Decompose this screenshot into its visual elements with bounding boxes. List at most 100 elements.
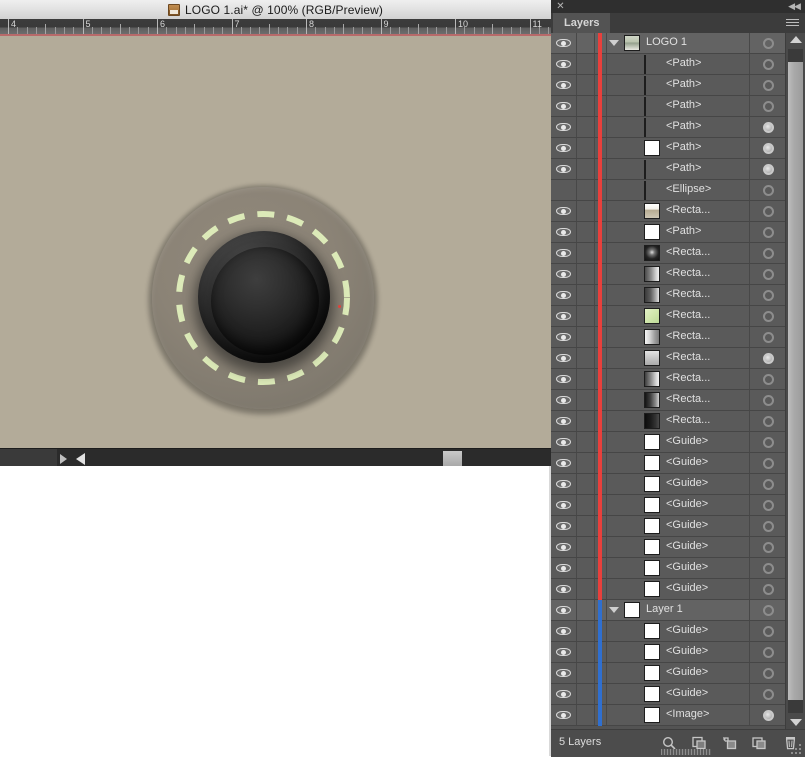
layer-row[interactable]: <Path> (551, 54, 805, 75)
layer-row[interactable]: <Guide> (551, 495, 805, 516)
lock-toggle[interactable] (577, 201, 595, 221)
visibility-toggle[interactable] (551, 96, 577, 116)
visibility-toggle[interactable] (551, 117, 577, 137)
visibility-toggle[interactable] (551, 516, 577, 536)
lock-toggle[interactable] (577, 411, 595, 431)
target-indicator-icon[interactable] (763, 458, 774, 469)
layer-row[interactable]: <Recta... (551, 306, 805, 327)
layer-name-label[interactable]: <Guide> (666, 687, 708, 699)
scroll-left-arrow-icon[interactable] (76, 453, 85, 465)
layer-name-label[interactable]: <Recta... (666, 288, 710, 300)
layer-name-label[interactable]: <Guide> (666, 666, 708, 678)
target-indicator-icon[interactable] (763, 374, 774, 385)
target-indicator-icon[interactable] (763, 80, 774, 91)
target-column[interactable] (749, 579, 785, 599)
visibility-toggle[interactable] (551, 180, 577, 200)
layer-row[interactable]: <Path> (551, 75, 805, 96)
visibility-toggle[interactable] (551, 201, 577, 221)
layer-name-label[interactable]: <Path> (666, 120, 701, 132)
target-column[interactable] (749, 642, 785, 662)
visibility-toggle[interactable] (551, 579, 577, 599)
layer-row[interactable]: <Path> (551, 117, 805, 138)
panel-menu-icon[interactable] (784, 17, 800, 29)
lock-toggle[interactable] (577, 453, 595, 473)
layer-name-label[interactable]: <Ellipse> (666, 183, 711, 195)
lock-toggle[interactable] (577, 432, 595, 452)
target-column[interactable] (749, 180, 785, 200)
lock-toggle[interactable] (577, 558, 595, 578)
layer-row[interactable]: <Recta... (551, 411, 805, 432)
layer-row[interactable]: <Recta... (551, 369, 805, 390)
horizontal-scrollbar-thumb[interactable] (443, 451, 462, 466)
target-indicator-icon[interactable] (763, 626, 774, 637)
tab-layers[interactable]: Layers (553, 13, 610, 33)
visibility-toggle[interactable] (551, 264, 577, 284)
layer-name-label[interactable]: <Path> (666, 162, 701, 174)
visibility-toggle[interactable] (551, 537, 577, 557)
target-indicator-icon[interactable] (763, 311, 774, 322)
visibility-toggle[interactable] (551, 327, 577, 347)
lock-toggle[interactable] (577, 75, 595, 95)
target-column[interactable] (749, 33, 785, 53)
target-column[interactable] (749, 75, 785, 95)
layer-row[interactable]: <Guide> (551, 537, 805, 558)
layer-row[interactable]: Layer 1 (551, 600, 805, 621)
target-indicator-icon[interactable] (763, 164, 774, 175)
target-column[interactable] (749, 600, 785, 620)
target-column[interactable] (749, 495, 785, 515)
target-column[interactable] (749, 369, 785, 389)
layer-row[interactable]: <Guide> (551, 558, 805, 579)
lock-toggle[interactable] (577, 306, 595, 326)
scroll-down-arrow-icon[interactable] (790, 719, 802, 726)
layer-row[interactable]: <Guide> (551, 516, 805, 537)
lock-toggle[interactable] (577, 222, 595, 242)
visibility-toggle[interactable] (551, 642, 577, 662)
layer-row[interactable]: <Recta... (551, 390, 805, 411)
lock-toggle[interactable] (577, 369, 595, 389)
target-indicator-icon[interactable] (763, 437, 774, 448)
target-indicator-icon[interactable] (763, 332, 774, 343)
lock-toggle[interactable] (577, 327, 595, 347)
layer-row[interactable]: <Recta... (551, 327, 805, 348)
lock-toggle[interactable] (577, 705, 595, 725)
target-column[interactable] (749, 453, 785, 473)
target-column[interactable] (749, 117, 785, 137)
target-indicator-icon[interactable] (763, 59, 774, 70)
target-indicator-icon[interactable] (763, 101, 774, 112)
lock-toggle[interactable] (577, 33, 595, 53)
visibility-toggle[interactable] (551, 558, 577, 578)
target-indicator-icon[interactable] (763, 38, 774, 49)
target-indicator-icon[interactable] (763, 647, 774, 658)
layer-name-label[interactable]: <Guide> (666, 645, 708, 657)
target-column[interactable] (749, 306, 785, 326)
lock-toggle[interactable] (577, 684, 595, 704)
target-column[interactable] (749, 390, 785, 410)
layer-name-label[interactable]: <Recta... (666, 372, 710, 384)
document-titlebar[interactable]: LOGO 1.ai* @ 100% (RGB/Preview) (0, 0, 551, 20)
target-column[interactable] (749, 243, 785, 263)
lock-toggle[interactable] (577, 348, 595, 368)
visibility-toggle[interactable] (551, 33, 577, 53)
new-layer-button[interactable] (751, 735, 768, 751)
layer-name-label[interactable]: <Guide> (666, 456, 708, 468)
layer-row[interactable]: <Guide> (551, 453, 805, 474)
layer-row[interactable]: <Path> (551, 222, 805, 243)
disclosure-triangle-icon[interactable] (609, 607, 619, 613)
visibility-toggle[interactable] (551, 495, 577, 515)
target-column[interactable] (749, 54, 785, 74)
target-column[interactable] (749, 684, 785, 704)
layer-row[interactable]: <Guide> (551, 684, 805, 705)
target-column[interactable] (749, 537, 785, 557)
lock-toggle[interactable] (577, 54, 595, 74)
lock-toggle[interactable] (577, 600, 595, 620)
target-indicator-icon[interactable] (763, 563, 774, 574)
target-indicator-icon[interactable] (763, 395, 774, 406)
target-column[interactable] (749, 222, 785, 242)
target-column[interactable] (749, 285, 785, 305)
layer-name-label[interactable]: <Recta... (666, 246, 710, 258)
visibility-toggle[interactable] (551, 621, 577, 641)
target-indicator-icon[interactable] (763, 521, 774, 532)
layer-name-label[interactable]: <Guide> (666, 435, 708, 447)
layer-name-label[interactable]: <Path> (666, 141, 701, 153)
layer-name-label[interactable]: <Recta... (666, 330, 710, 342)
